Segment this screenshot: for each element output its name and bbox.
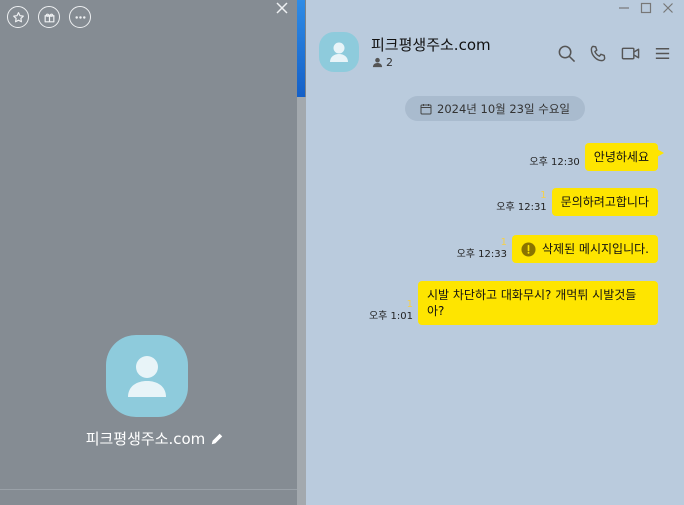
deleted-message-text: 삭제된 메시지입니다. (542, 242, 649, 256)
message-time: 오후 12:33 (456, 249, 507, 260)
maximize-icon[interactable] (640, 2, 652, 14)
default-person-icon (128, 356, 166, 397)
profile-actions (7, 6, 91, 28)
message-row: 오후 12:30 안녕하세요 (529, 143, 665, 171)
panel-divider (0, 489, 297, 490)
message-bubble[interactable]: 시발 차단하고 대화무시? 개먹튀 시발것들아? (418, 281, 658, 325)
message-meta: 오후 12:30 (529, 157, 579, 171)
minimize-icon[interactable] (618, 2, 630, 14)
chat-header-actions (557, 44, 672, 63)
menu-icon[interactable] (653, 44, 672, 63)
background-window-edge-lower (297, 97, 306, 505)
profile-name: 피크평생주소.com (85, 430, 206, 448)
unread-count: 1 (406, 299, 413, 310)
message-time: 오후 12:30 (529, 157, 580, 168)
window-controls (618, 2, 674, 14)
unread-count: 1 (540, 190, 547, 201)
video-icon[interactable] (621, 44, 640, 63)
member-count-value: 2 (386, 56, 393, 69)
calendar-icon (420, 103, 432, 114)
profile-name-row: 피크평생주소.com (0, 428, 310, 449)
message-meta: 1 오후 12:33 (457, 237, 507, 263)
more-button[interactable] (69, 6, 91, 28)
edit-icon[interactable] (210, 432, 224, 446)
chat-avatar[interactable] (319, 32, 359, 72)
profile-panel: 피크평생주소.com (0, 0, 297, 505)
message-bubble[interactable]: 안녕하세요 (584, 143, 665, 171)
message-row: 1 오후 12:31 문의하려고합니다 (496, 188, 658, 216)
gift-icon (44, 13, 54, 22)
star-icon (12, 11, 24, 22)
gift-button[interactable] (38, 6, 60, 28)
alert-icon (521, 241, 536, 257)
message-bubble[interactable]: 문의하려고합니다 (551, 188, 658, 216)
message-time: 오후 12:31 (496, 202, 547, 213)
close-icon[interactable] (662, 2, 674, 14)
unread-count: 1 (500, 237, 507, 248)
default-person-icon (330, 42, 348, 62)
chat-window: 피크평생주소.com 2 2024년 10월 23일 수요일 오후 12:30 … (306, 0, 684, 505)
phone-icon[interactable] (589, 44, 608, 63)
date-divider-text: 2024년 10월 23일 수요일 (437, 101, 570, 116)
background-window-edge (297, 0, 305, 97)
person-icon (372, 57, 383, 68)
deleted-message-bubble[interactable]: 삭제된 메시지입니다. (512, 235, 658, 263)
search-icon[interactable] (557, 44, 576, 63)
chat-title[interactable]: 피크평생주소.com (371, 34, 491, 55)
favorite-button[interactable] (7, 6, 29, 28)
date-divider: 2024년 10월 23일 수요일 (405, 96, 585, 121)
profile-avatar[interactable] (106, 335, 188, 417)
message-row: 1 오후 12:33 삭제된 메시지입니다. (457, 235, 658, 263)
message-row: 1 오후 1:01 시발 차단하고 대화무시? 개먹튀 시발것들아? (369, 281, 658, 325)
more-icon (74, 15, 86, 19)
close-icon[interactable] (275, 1, 289, 15)
message-meta: 1 오후 12:31 (496, 190, 546, 216)
message-meta: 1 오후 1:01 (369, 299, 413, 325)
message-time: 오후 1:01 (368, 311, 413, 322)
member-count[interactable]: 2 (372, 56, 393, 69)
